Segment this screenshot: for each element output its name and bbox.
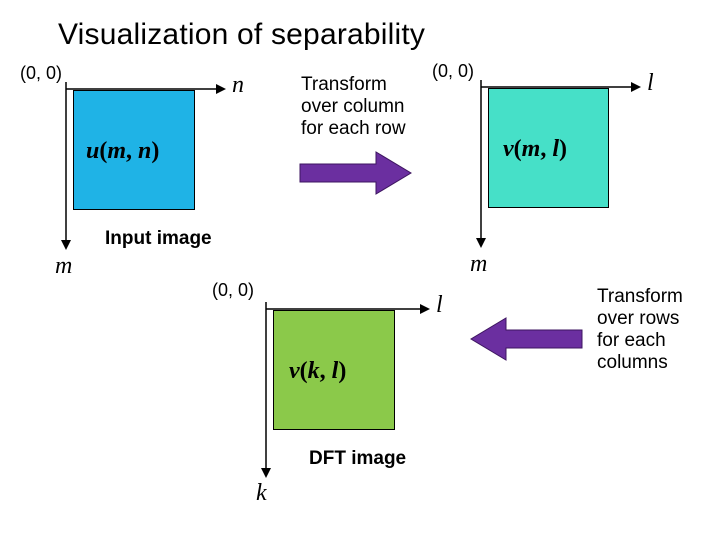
- matrix-label-v-kl: v(k, l): [289, 358, 346, 385]
- step1-line1: Transform: [301, 74, 387, 96]
- caption-input-image: Input image: [105, 228, 212, 250]
- axis-arrow-l-3: [266, 302, 430, 316]
- step1-line2: over column: [301, 96, 405, 118]
- axis-label-l-2: l: [647, 70, 654, 97]
- step1-line3: for each row: [301, 118, 406, 140]
- axis-arrow-l-2: [481, 80, 641, 94]
- step2-line2: over rows: [597, 308, 679, 330]
- origin-label-2: (0, 0): [432, 61, 474, 82]
- axis-arrow-n-1: [66, 82, 226, 96]
- step-arrow-right: [298, 150, 413, 196]
- caption-dft-image: DFT image: [309, 448, 406, 470]
- matrix-label-u: u(m, n): [86, 138, 159, 165]
- axis-arrow-m-2: [474, 80, 488, 248]
- page-title: Visualization of separability: [58, 18, 425, 52]
- step2-line4: columns: [597, 352, 668, 374]
- axis-arrow-k-3: [259, 302, 273, 478]
- axis-arrow-m-1: [59, 82, 73, 250]
- axis-label-n-1: n: [232, 72, 244, 99]
- axis-label-m-1: m: [55, 253, 72, 280]
- axis-label-k-3: k: [256, 480, 267, 507]
- axis-label-m-2: m: [470, 251, 487, 278]
- step-arrow-left: [469, 316, 584, 362]
- step2-line3: for each: [597, 330, 666, 352]
- origin-label-3: (0, 0): [212, 280, 254, 301]
- origin-label-1: (0, 0): [20, 63, 62, 84]
- diagram-stage: Visualization of separability (0, 0) n m…: [0, 0, 720, 540]
- matrix-label-v-ml: v(m, l): [503, 136, 567, 163]
- axis-label-l-3: l: [436, 292, 443, 319]
- step2-line1: Transform: [597, 286, 683, 308]
